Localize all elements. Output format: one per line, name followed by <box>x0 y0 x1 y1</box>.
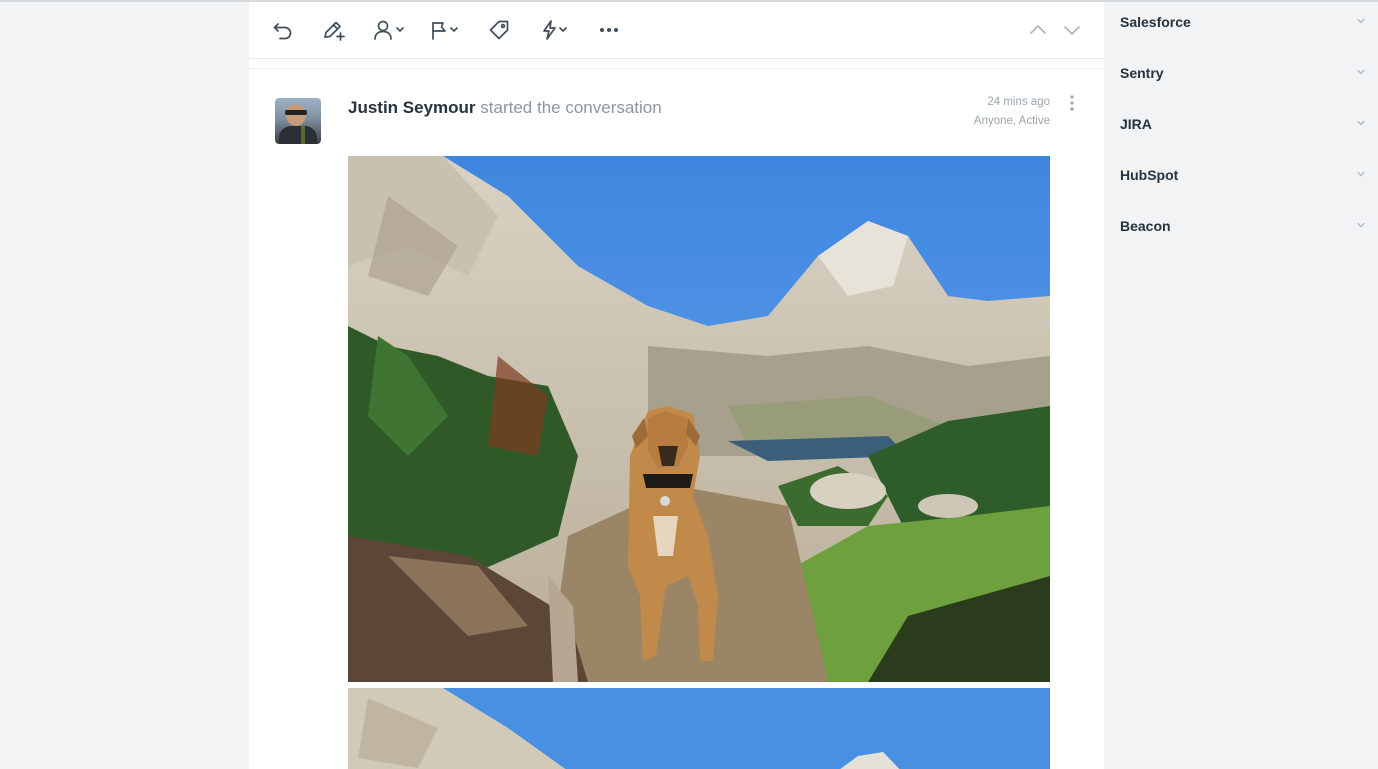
conversation-toolbar <box>249 2 1104 59</box>
vertical-dots-icon <box>1070 95 1074 111</box>
previous-conversation-button[interactable] <box>1027 18 1049 42</box>
tag-button[interactable] <box>487 18 511 42</box>
thread-menu-button[interactable] <box>1066 94 1078 112</box>
mountain-dog-photo-second <box>348 688 1050 769</box>
avatar[interactable] <box>275 98 321 144</box>
app-sentry[interactable]: Sentry <box>1104 53 1378 93</box>
left-gutter <box>0 2 249 769</box>
app-label: Sentry <box>1120 65 1164 81</box>
edit-note-icon <box>324 21 345 41</box>
tag-icon <box>489 20 509 40</box>
assign-user-icon <box>374 20 404 40</box>
chevron-down-icon <box>1357 120 1365 126</box>
status-flag-icon <box>432 22 458 40</box>
app-label: Beacon <box>1120 218 1171 234</box>
apps-sidebar: Salesforce Sentry JIRA HubSpot Beacon <box>1104 2 1378 769</box>
next-conversation-button[interactable] <box>1061 18 1083 42</box>
add-note-button[interactable] <box>321 18 347 42</box>
attached-photo-second[interactable] <box>348 688 1050 769</box>
app-jira[interactable]: JIRA <box>1104 104 1378 144</box>
chevron-down-icon <box>1357 18 1365 24</box>
thread-status: Anyone, Active <box>973 115 1050 127</box>
app-label: JIRA <box>1120 116 1152 132</box>
workflow-button[interactable] <box>539 18 573 42</box>
thread-action: started the conversation <box>480 98 662 117</box>
assign-button[interactable] <box>373 18 407 42</box>
chevron-down-icon <box>1357 171 1365 177</box>
app-label: HubSpot <box>1120 167 1179 183</box>
chevron-down-icon <box>1357 222 1365 228</box>
more-actions-button[interactable] <box>597 18 621 42</box>
app-hubspot[interactable]: HubSpot <box>1104 155 1378 195</box>
next-arrow-icon <box>1064 26 1080 35</box>
thread-headline: Justin Seymour started the conversation <box>348 97 662 119</box>
workflow-bolt-icon <box>543 20 567 40</box>
app-salesforce[interactable]: Salesforce <box>1104 2 1378 42</box>
author-name[interactable]: Justin Seymour <box>348 98 476 117</box>
app-beacon[interactable]: Beacon <box>1104 206 1378 246</box>
thread-timestamp: 24 mins ago <box>987 96 1050 108</box>
app-label: Salesforce <box>1120 14 1191 30</box>
chevron-down-icon <box>1357 69 1365 75</box>
status-button[interactable] <box>429 18 463 42</box>
undo-button[interactable] <box>271 18 295 42</box>
conversation-panel: Justin Seymour started the conversation … <box>249 2 1104 769</box>
attached-photo[interactable] <box>348 156 1050 682</box>
undo-icon <box>273 23 292 40</box>
previous-arrow-icon <box>1030 25 1046 34</box>
toolbar-divider <box>249 68 1104 69</box>
mountain-dog-photo <box>348 156 1050 682</box>
more-icon <box>600 28 618 32</box>
